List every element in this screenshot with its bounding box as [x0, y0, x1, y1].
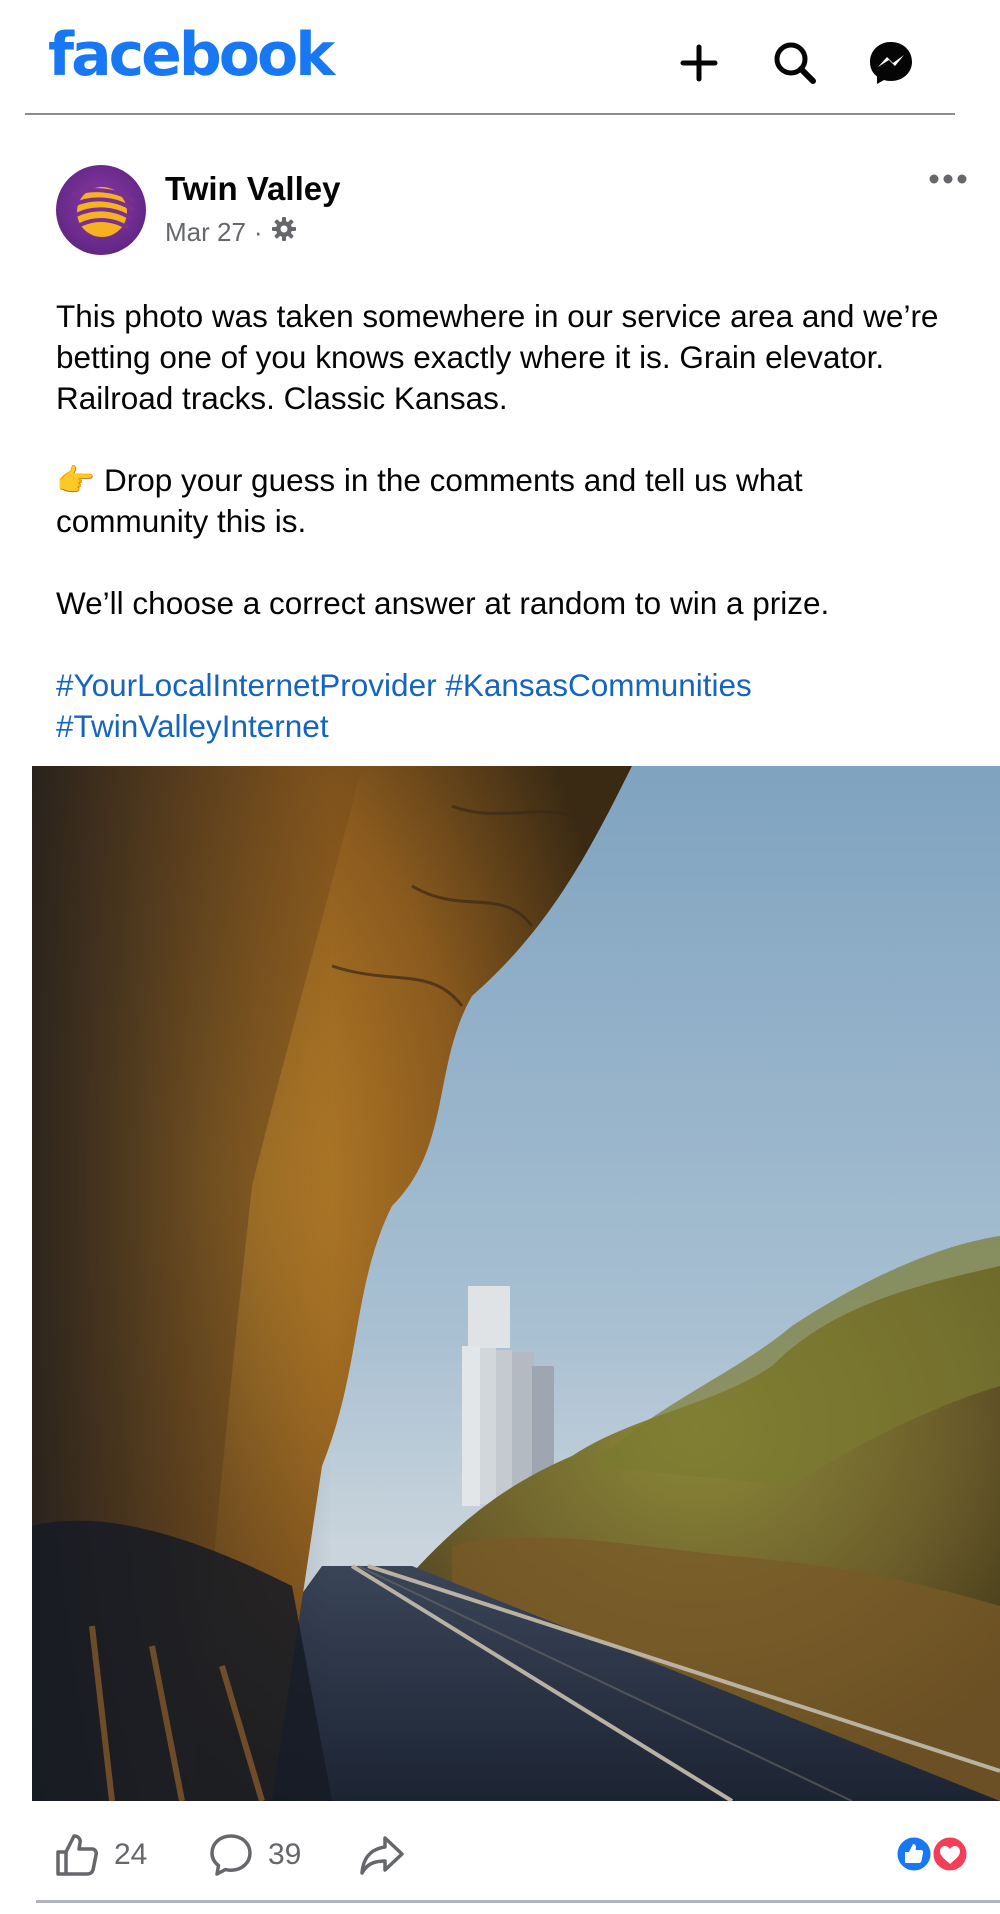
post-meta: Mar 27 · — [165, 216, 297, 249]
messenger-icon[interactable] — [864, 36, 918, 90]
twin-valley-logo-icon — [71, 187, 136, 237]
hashtags: #YourLocalInternetProvider #KansasCommun… — [56, 665, 956, 747]
hashtag-link[interactable]: #YourLocalInternetProvider — [56, 667, 437, 703]
plus-icon[interactable] — [672, 36, 726, 90]
comment-button[interactable]: 39 — [208, 1820, 301, 1890]
footer-divider — [36, 1900, 1000, 1903]
comment-count: 39 — [268, 1838, 302, 1871]
header-divider — [25, 113, 955, 115]
love-reaction-icon — [930, 1834, 970, 1874]
railroad-grain-elevator-image — [32, 766, 1000, 1801]
hashtag-link[interactable]: #TwinValleyInternet — [56, 708, 329, 744]
share-icon — [360, 1836, 404, 1875]
post-paragraph-text: Drop your guess in the comments and tell… — [56, 462, 803, 539]
pointing-hand-icon: 👉 — [56, 462, 96, 498]
post-body: This photo was taken somewhere in our se… — [56, 296, 956, 747]
post-paragraph: We’ll choose a correct answer at random … — [56, 585, 830, 621]
gear-icon — [271, 216, 297, 249]
search-icon[interactable] — [768, 36, 822, 90]
facebook-logo[interactable]: facebook — [48, 22, 335, 88]
post-date[interactable]: Mar 27 — [165, 217, 246, 248]
reaction-summary[interactable] — [894, 1834, 972, 1874]
more-options-icon[interactable] — [928, 172, 968, 191]
share-button[interactable] — [358, 1820, 406, 1890]
post-paragraph: 👉 Drop your guess in the comments and te… — [56, 460, 956, 542]
post-paragraph: This photo was taken somewhere in our se… — [56, 298, 939, 416]
like-count: 24 — [114, 1838, 148, 1871]
top-bar: facebook — [0, 0, 1000, 116]
post-actions: 24 39 — [0, 1820, 1000, 1890]
page-avatar[interactable] — [56, 165, 146, 255]
like-reaction-icon — [894, 1834, 934, 1874]
hashtag-link[interactable]: #KansasCommunities — [445, 667, 751, 703]
like-button[interactable]: 24 — [54, 1820, 147, 1890]
page-name[interactable]: Twin Valley — [165, 170, 340, 208]
post-photo[interactable] — [32, 766, 1000, 1801]
like-icon — [56, 1834, 98, 1876]
comment-icon — [210, 1834, 252, 1876]
meta-separator: · — [253, 217, 263, 247]
